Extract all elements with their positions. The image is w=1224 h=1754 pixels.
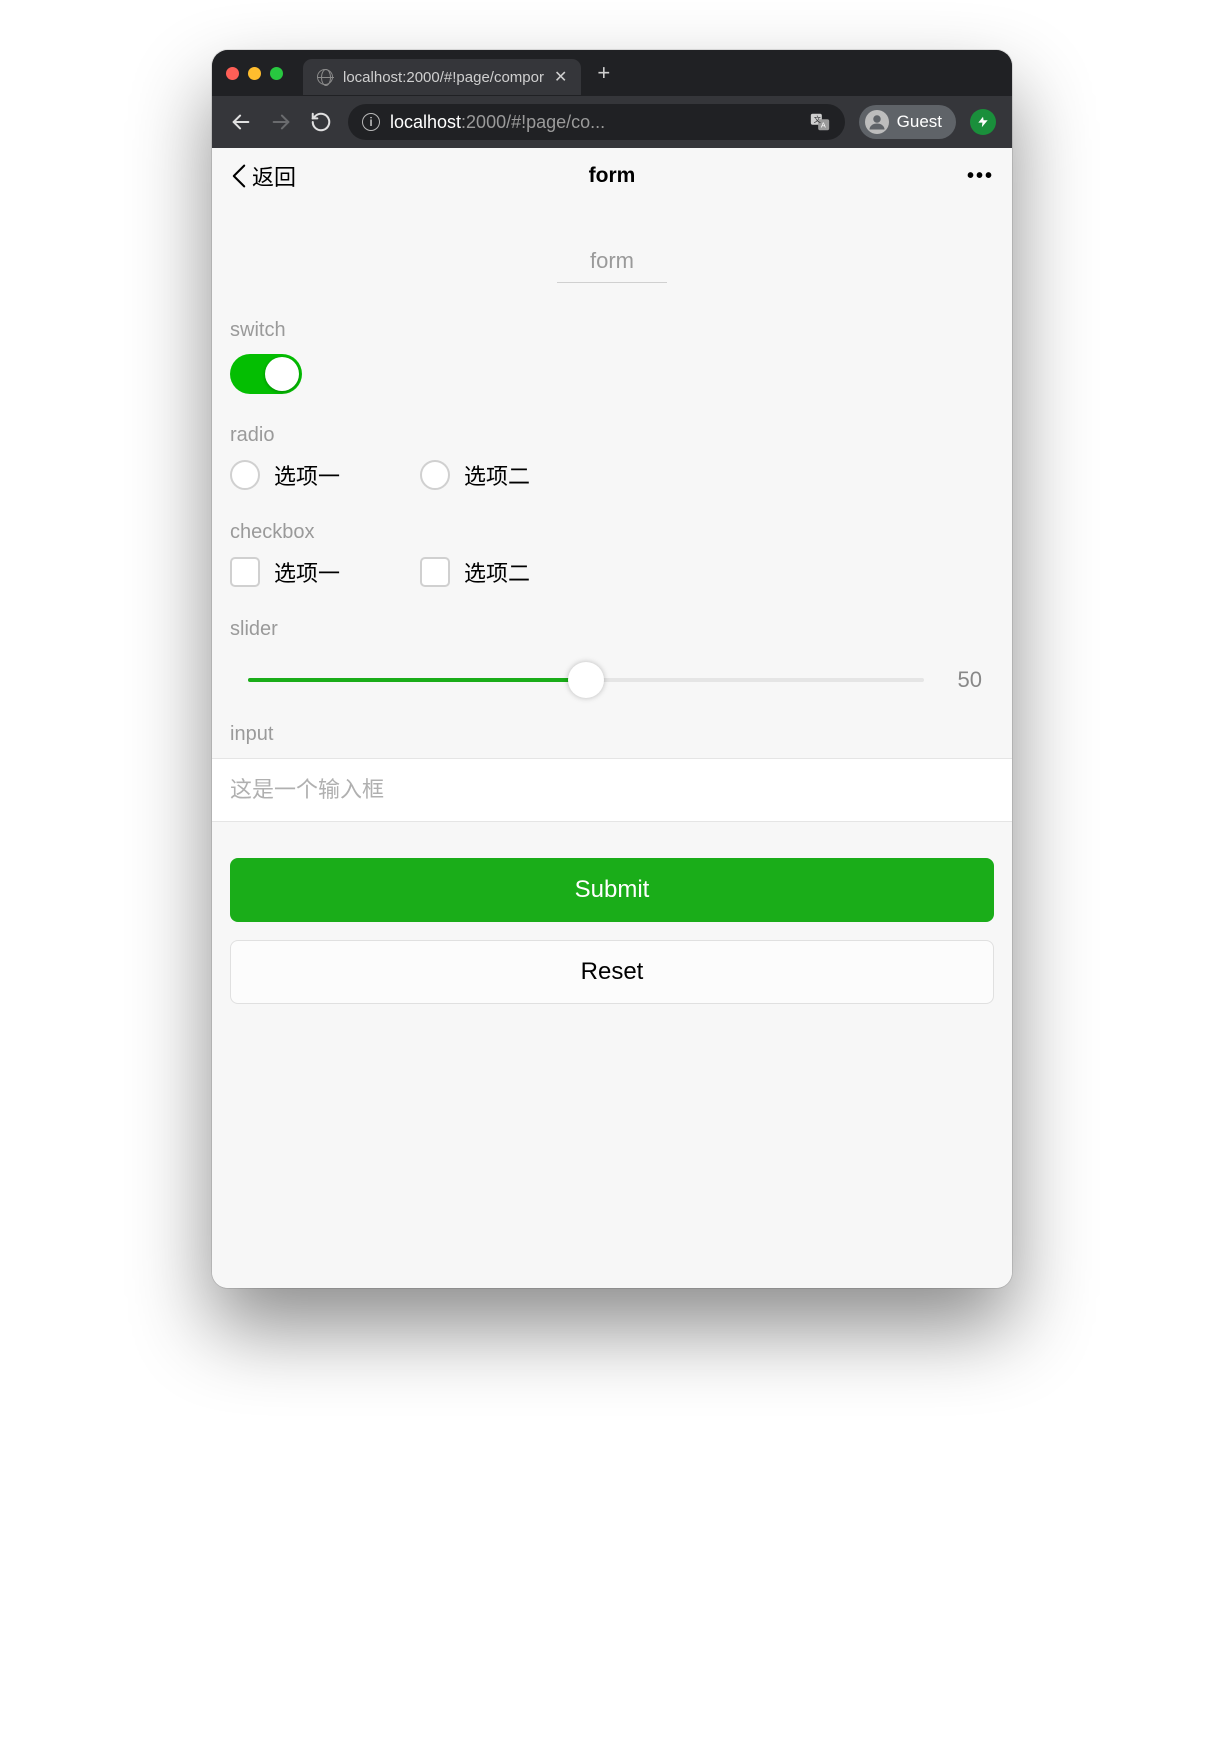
forward-button[interactable] bbox=[268, 111, 294, 133]
minimize-window-button[interactable] bbox=[248, 67, 261, 80]
section-switch: switch bbox=[212, 289, 1012, 394]
address-bar: i localhost:2000/#!page/co... 文A Guest bbox=[212, 96, 1012, 148]
section-slider: slider 50 bbox=[212, 588, 1012, 693]
tab-title: localhost:2000/#!page/compor bbox=[343, 69, 544, 86]
page-subtitle: form bbox=[212, 204, 1012, 289]
site-info-icon[interactable]: i bbox=[362, 113, 380, 131]
maximize-window-button[interactable] bbox=[270, 67, 283, 80]
radio-icon bbox=[420, 460, 450, 490]
close-tab-button[interactable]: ✕ bbox=[554, 67, 567, 87]
slider-track[interactable] bbox=[248, 678, 924, 682]
browser-window: localhost:2000/#!page/compor ✕ + i local… bbox=[212, 50, 1012, 1288]
checkbox-option-2-label: 选项二 bbox=[464, 556, 530, 588]
radio-label: radio bbox=[230, 424, 994, 447]
translate-icon[interactable]: 文A bbox=[809, 111, 831, 133]
svg-text:A: A bbox=[821, 121, 826, 130]
switch-toggle[interactable] bbox=[230, 354, 302, 394]
input-label: input bbox=[230, 723, 1012, 746]
app-viewport: 返回 form ••• form switch radio 选项一 bbox=[212, 148, 1012, 1288]
checkbox-option-1-label: 选项一 bbox=[274, 556, 340, 588]
checkbox-icon bbox=[420, 557, 450, 587]
omnibox[interactable]: i localhost:2000/#!page/co... 文A bbox=[348, 104, 845, 140]
globe-icon bbox=[317, 69, 333, 85]
slider-fill bbox=[248, 678, 586, 682]
text-input[interactable] bbox=[212, 758, 1012, 822]
radio-option-1[interactable]: 选项一 bbox=[230, 459, 340, 491]
section-checkbox: checkbox 选项一 选项二 bbox=[212, 491, 1012, 588]
checkbox-option-1[interactable]: 选项一 bbox=[230, 556, 340, 588]
back-button[interactable] bbox=[228, 111, 254, 133]
switch-label: switch bbox=[230, 319, 994, 342]
slider-value: 50 bbox=[946, 667, 982, 693]
slider-thumb[interactable] bbox=[568, 662, 604, 698]
reset-button[interactable]: Reset bbox=[230, 940, 994, 1004]
checkbox-icon bbox=[230, 557, 260, 587]
close-window-button[interactable] bbox=[226, 67, 239, 80]
reload-button[interactable] bbox=[308, 111, 334, 133]
profile-chip[interactable]: Guest bbox=[859, 105, 956, 139]
browser-chrome: localhost:2000/#!page/compor ✕ + i local… bbox=[212, 50, 1012, 148]
switch-knob bbox=[265, 357, 299, 391]
section-radio: radio 选项一 选项二 bbox=[212, 394, 1012, 491]
radio-icon bbox=[230, 460, 260, 490]
window-controls bbox=[226, 67, 283, 80]
app-header: 返回 form ••• bbox=[212, 148, 1012, 204]
radio-option-2[interactable]: 选项二 bbox=[420, 459, 530, 491]
tab-bar: localhost:2000/#!page/compor ✕ + bbox=[212, 50, 1012, 96]
submit-button[interactable]: Submit bbox=[230, 858, 994, 922]
more-menu-button[interactable]: ••• bbox=[967, 165, 994, 188]
url-text: localhost:2000/#!page/co... bbox=[390, 112, 605, 133]
browser-tab[interactable]: localhost:2000/#!page/compor ✕ bbox=[303, 59, 581, 95]
nav-back-button[interactable]: 返回 bbox=[230, 160, 296, 192]
checkbox-option-2[interactable]: 选项二 bbox=[420, 556, 530, 588]
radio-option-1-label: 选项一 bbox=[274, 459, 340, 491]
page-title: form bbox=[589, 164, 636, 188]
button-area: Submit Reset bbox=[212, 858, 1012, 1004]
extension-button[interactable] bbox=[970, 109, 996, 135]
nav-back-label: 返回 bbox=[252, 160, 296, 192]
profile-label: Guest bbox=[897, 112, 942, 132]
slider-label: slider bbox=[230, 618, 994, 641]
checkbox-label: checkbox bbox=[230, 521, 994, 544]
section-input: input bbox=[212, 693, 1012, 758]
new-tab-button[interactable]: + bbox=[597, 60, 610, 86]
radio-option-2-label: 选项二 bbox=[464, 459, 530, 491]
avatar-icon bbox=[865, 110, 889, 134]
